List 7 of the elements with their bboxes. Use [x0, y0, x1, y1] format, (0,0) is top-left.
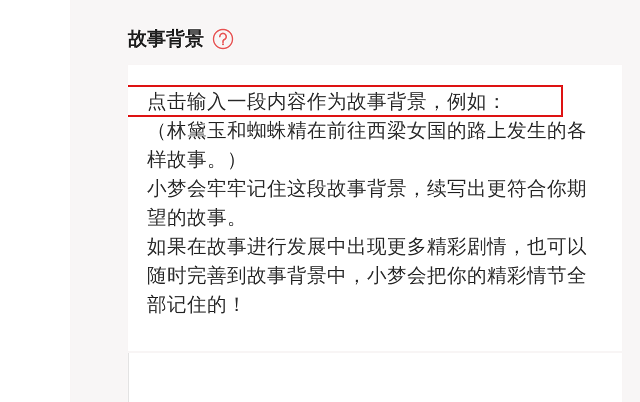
help-icon[interactable] [212, 28, 234, 50]
placeholder-text: 小梦会牢牢记住这段故事背景，续写出更符合你期望的故事。 [147, 176, 588, 231]
story-background-field[interactable]: 点击输入一段内容作为故事背景，例如： （林黛玉和蜘蛛精在前往西梁女国的路上发生的各样故事。） 小梦会牢牢记住这段故事背景，续写出更符合你期望的故事。 如果在故事进行发展中出现更多精彩剧情，也可以随时完善到故事背景中，小梦会把你的精彩情节全部记住的！ [128, 65, 622, 351]
section-title: 故事背景 [128, 27, 204, 52]
placeholder-text: 如果在故事进行发展中出现更多精彩剧情，也可以随时完善到故事背景中，小梦会把你的精彩情节全部记住的！ [147, 234, 588, 318]
placeholder-text: （林黛玉和蜘蛛精在前往西梁女国的路上发生的各样故事。） [147, 118, 588, 173]
placeholder-text: 点击输入一段内容作为故事背景，例如： [147, 88, 507, 114]
